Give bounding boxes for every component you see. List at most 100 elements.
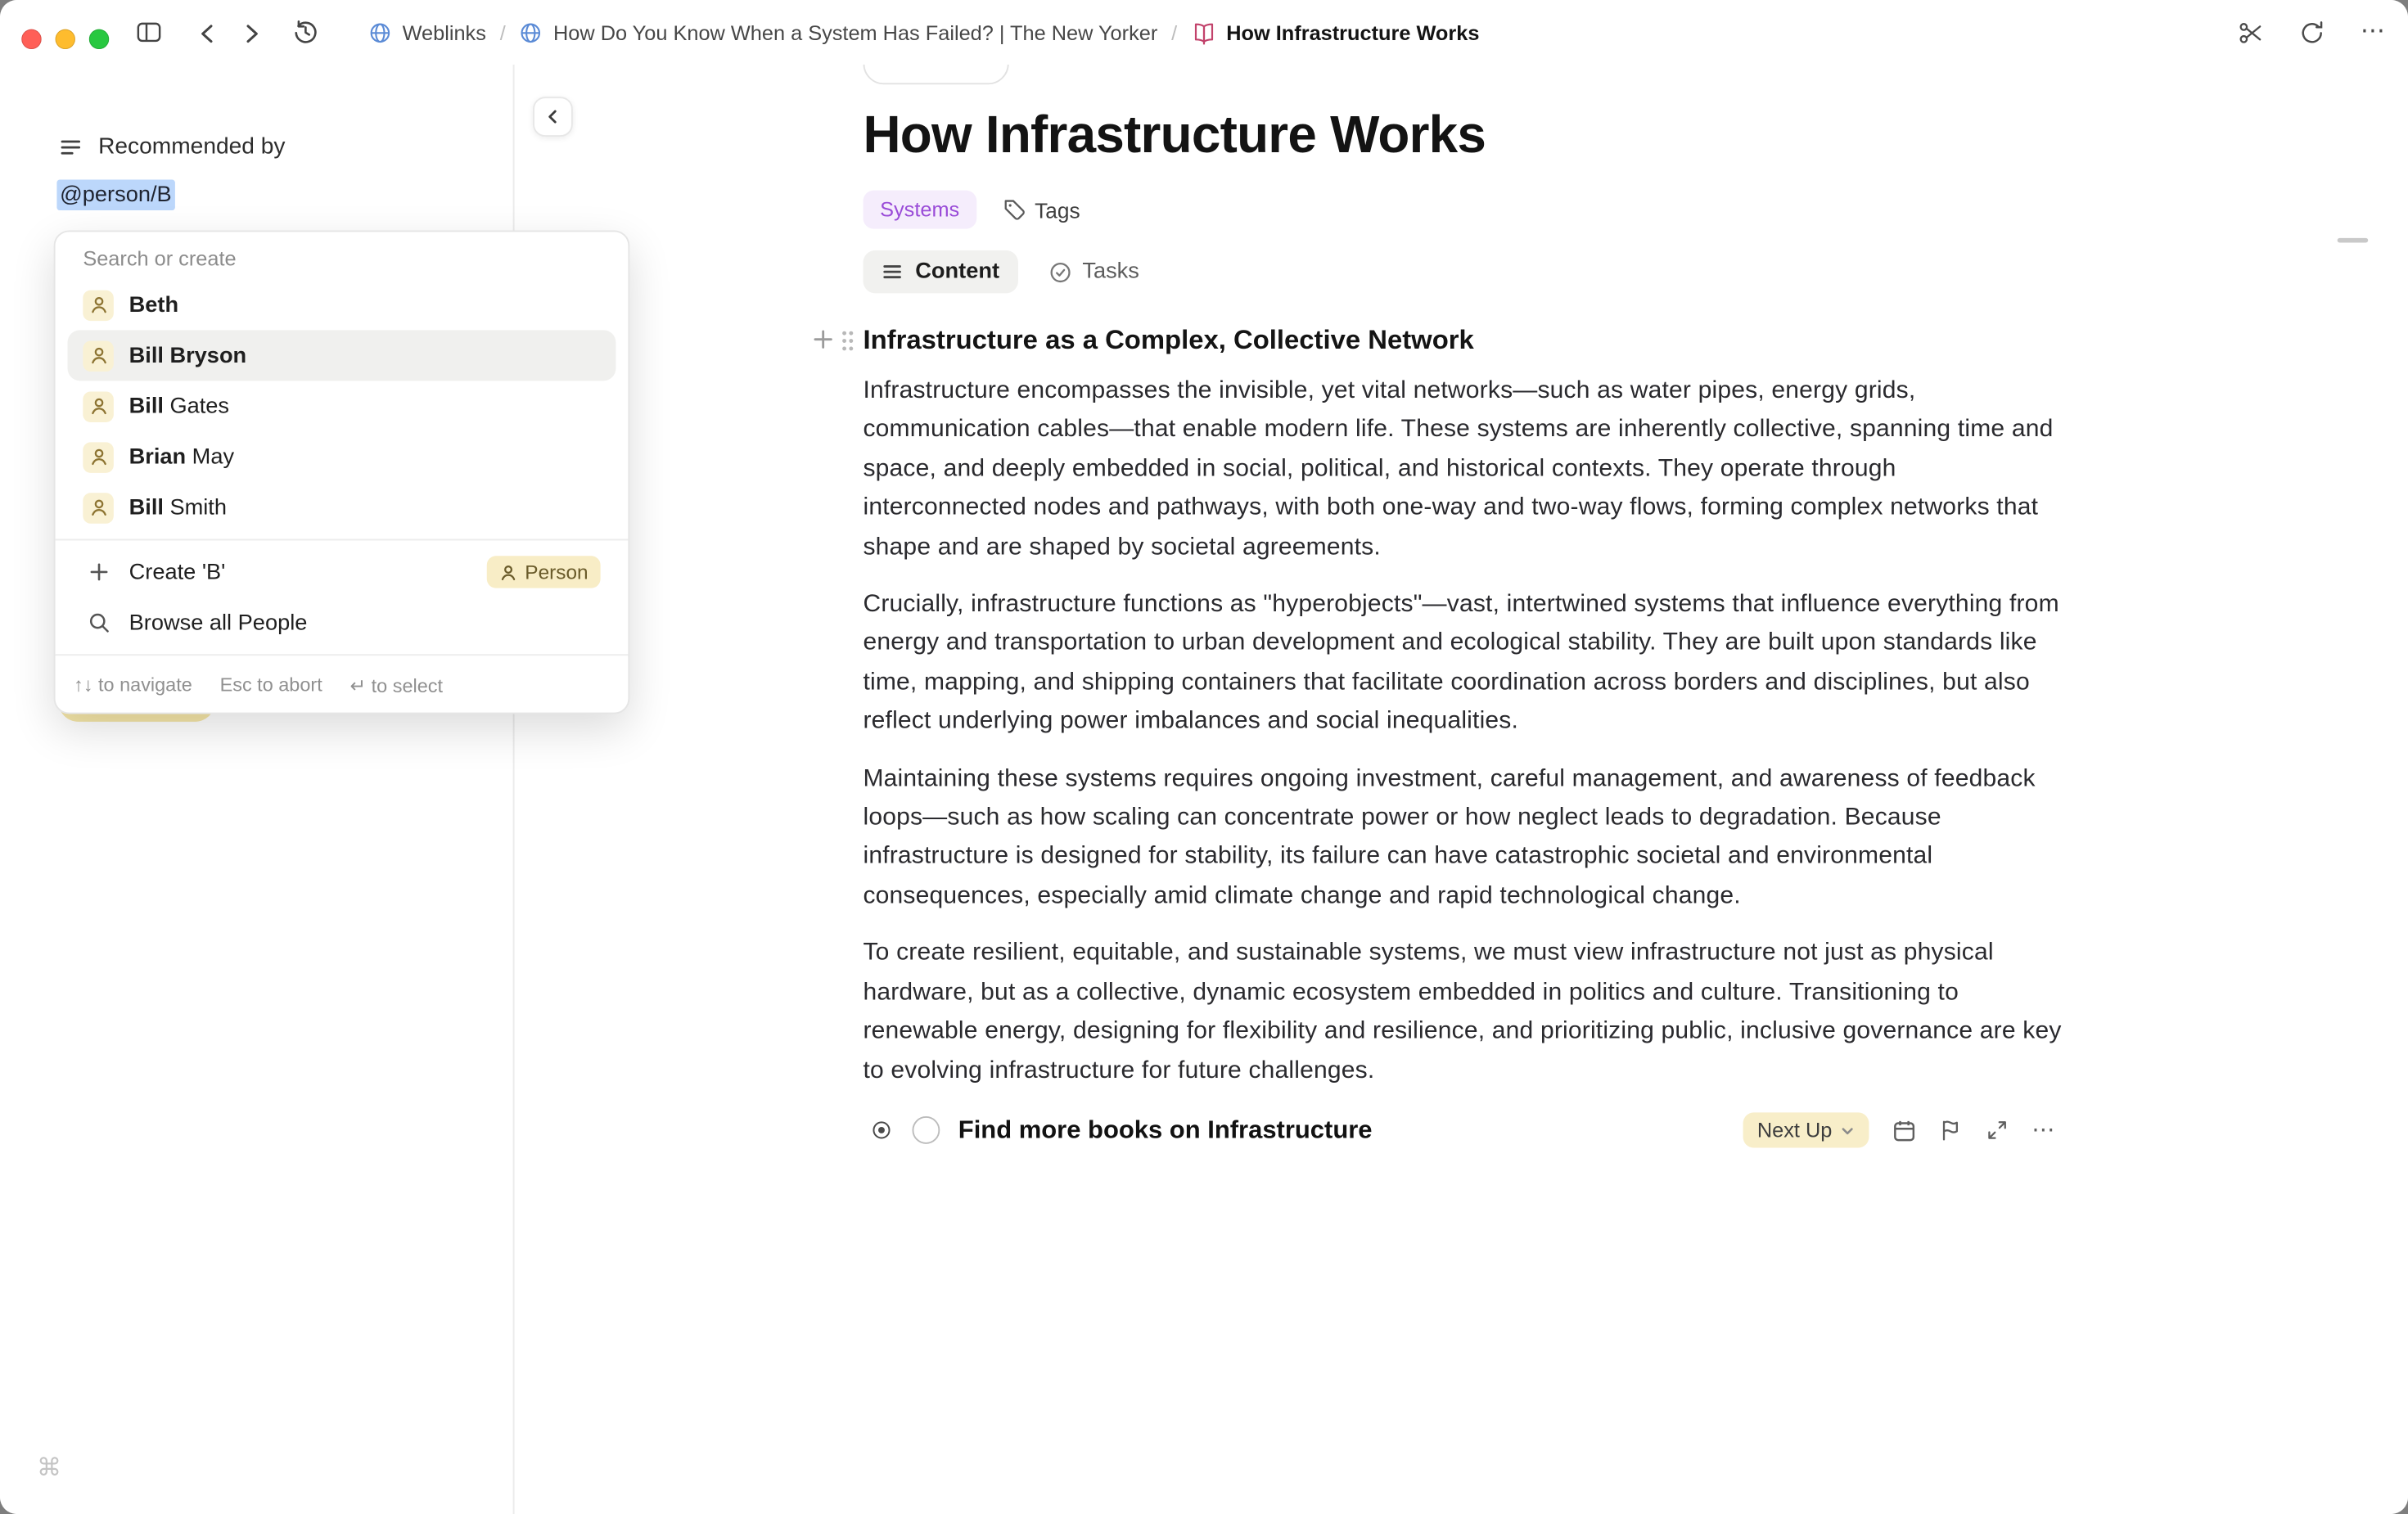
close-window-button[interactable] [21,29,41,49]
search-icon [83,611,114,634]
screen: Weblinks / How Do You Know When a System… [0,0,2408,1514]
person-icon [83,391,114,422]
dropdown-keyboard-hints: ↑↓ to navigate Esc to abort ↵ to select [56,662,629,713]
breadcrumb-separator: / [500,20,506,43]
task-more-icon[interactable]: ⋯ [2031,1120,2054,1142]
breadcrumb-separator: / [1171,20,1177,43]
hint-navigate: ↑↓ to navigate [74,674,192,697]
person-option[interactable]: BillGates [68,381,616,431]
paragraph[interactable]: To create resilient, equitable, and sust… [863,934,2063,1090]
person-option[interactable]: BillSmith [68,482,616,533]
breadcrumb-label: Weblinks [403,20,486,43]
section-heading[interactable]: Infrastructure as a Complex, Collective … [863,324,2063,356]
zoom-window-button[interactable] [89,29,109,49]
drag-handle-icon[interactable] [840,329,855,354]
tab-tasks[interactable]: Tasks [1048,259,1139,284]
object-meta-row: Systems Tags [863,191,2063,229]
divider [56,539,629,541]
sidebar-toggle-icon[interactable] [135,19,163,47]
create-person-option[interactable]: Create 'B' Person [68,547,616,597]
person-name: BillSmith [129,495,227,520]
calendar-icon[interactable] [1892,1119,1917,1143]
tabs: Content Tasks [863,250,2063,294]
main-content: How Infrastructure Works Systems Tags Co… [515,65,2408,1514]
tab-content[interactable]: Content [863,250,1017,294]
breadcrumb-item-weblinks[interactable]: Weblinks [368,20,486,43]
breadcrumb-item-weblink-page[interactable]: How Do You Know When a System Has Failed… [520,20,1158,43]
task-label[interactable]: Find more books on Infrastructure [958,1116,1373,1146]
task-controls: Next Up ⋯ [1743,1113,2054,1148]
recommended-by-property[interactable]: Recommended by [58,133,285,160]
expand-icon[interactable] [1986,1120,2009,1142]
list-icon [58,134,83,159]
person-option[interactable]: BillBryson [68,330,616,381]
tags-button[interactable]: Tags [1003,197,1080,222]
window-titlebar: Weblinks / How Do You Know When a System… [0,0,2408,65]
flag-icon[interactable] [1940,1120,1963,1142]
task-row: Find more books on Infrastructure Next U… [863,1116,2063,1146]
book-icon [1191,20,1215,43]
sidebar-panel: Recommended by @person/B Search or creat… [0,65,515,1514]
task-status-dropdown[interactable]: Next Up [1743,1113,1869,1148]
object-type-badge[interactable]: Systems [863,191,976,229]
sync-icon[interactable] [2299,19,2325,45]
person-option[interactable]: Beth [68,279,616,330]
lines-icon [882,261,903,282]
titlebar-actions: ⋯ [2238,0,2385,65]
chevron-down-icon [1840,1123,1856,1138]
breadcrumb: Weblinks / How Do You Know When a System… [368,0,1479,65]
person-icon [83,290,114,321]
person-icon [83,492,114,523]
person-icon [83,340,114,372]
create-label: Create 'B' [129,560,226,584]
clipped-pill-button[interactable] [863,65,1008,84]
window-controls [21,29,109,49]
scissors-icon[interactable] [2238,19,2264,45]
paragraph[interactable]: Infrastructure encompasses the invisible… [863,372,2063,566]
plus-icon [83,561,114,584]
more-options-icon[interactable]: ⋯ [2361,20,2385,44]
collapse-sidebar-icon[interactable] [533,97,573,137]
breadcrumb-item-current-page[interactable]: How Infrastructure Works [1191,20,1479,43]
globe-icon [368,20,391,43]
browse-label: Browse all People [129,611,308,635]
panel-handle[interactable] [2338,238,2369,242]
person-picker-dropdown: Search or create Beth BillBryson BillGat… [54,230,630,714]
person-options-list: Beth BillBryson BillGates BrianMay BillS… [56,279,629,533]
person-type-badge: Person [486,556,600,588]
back-icon[interactable] [193,20,221,47]
forward-icon[interactable] [238,20,266,47]
paragraph[interactable]: Maintaining these systems requires ongoi… [863,759,2063,916]
tag-icon [1003,198,1026,221]
person-name: BrianMay [129,444,234,469]
circle-check-icon [1048,260,1071,283]
person-name: BillGates [129,394,229,418]
minimize-window-button[interactable] [56,29,75,49]
mention-selected-text: @person/B [56,180,174,211]
document: How Infrastructure Works Systems Tags Co… [863,106,2063,1145]
app-window: Weblinks / How Do You Know When a System… [0,0,2408,1514]
person-name: Beth [129,292,185,317]
browse-all-people-option[interactable]: Browse all People [68,597,616,648]
hint-select: ↵ to select [349,674,443,697]
person-option[interactable]: BrianMay [68,431,616,482]
section-heading-block: Infrastructure as a Complex, Collective … [863,324,2063,356]
add-block-icon[interactable] [811,327,836,352]
mention-input[interactable]: @person/B [56,182,174,207]
recommended-by-label: Recommended by [98,133,285,160]
breadcrumb-label: How Infrastructure Works [1226,20,1479,43]
task-checkbox[interactable] [913,1117,940,1145]
tags-label: Tags [1035,197,1080,222]
bullet-target-icon[interactable] [871,1120,892,1142]
history-icon[interactable] [291,19,319,47]
search-or-create-label: Search or create [56,232,629,279]
breadcrumb-label: How Do You Know When a System Has Failed… [553,20,1157,43]
person-icon [83,441,114,472]
paragraph[interactable]: Crucially, infrastructure functions as "… [863,585,2063,741]
divider [56,654,629,656]
page-title[interactable]: How Infrastructure Works [863,106,2063,165]
command-key-icon: ⌘ [37,1453,61,1484]
hint-abort: Esc to abort [220,674,322,697]
person-name: BillBryson [129,343,247,367]
globe-icon [520,20,543,43]
